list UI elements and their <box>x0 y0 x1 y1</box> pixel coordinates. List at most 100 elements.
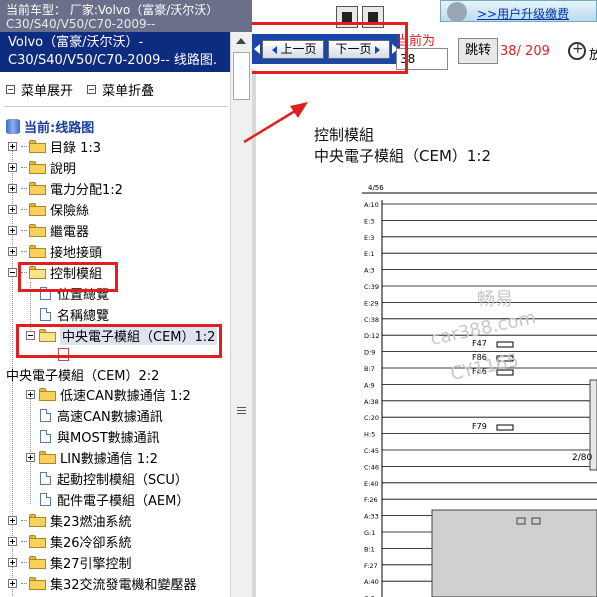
next-page-button[interactable]: 下一页 <box>328 40 390 59</box>
tree-item-label: 說明 <box>50 162 77 177</box>
pin-label: E:3 <box>364 217 374 225</box>
collapse-all-icon <box>87 85 97 94</box>
expand-plus-icon[interactable] <box>8 558 17 567</box>
page-label: 当前为 <box>396 34 436 49</box>
tree-item[interactable]: 集26冷卻系統 <box>8 531 132 552</box>
collapse-minus-icon[interactable] <box>8 268 17 277</box>
resize-grip-icon[interactable] <box>237 407 246 416</box>
tree-item[interactable]: 集23燃油系統 <box>8 510 132 531</box>
folder-icon <box>29 182 46 195</box>
tree-leaf[interactable]: 配件電子模組（AEM） <box>40 489 189 510</box>
tree-item-label: 位置總覽 <box>57 288 110 303</box>
tree-item-label: 與MOST數據通訊 <box>57 431 160 446</box>
tree-item[interactable]: 保險絲 <box>8 199 89 220</box>
expand-plus-icon[interactable] <box>8 142 17 151</box>
annotation-arrow <box>243 102 308 144</box>
zoom-label[interactable]: 放 <box>589 44 597 63</box>
tree-leaf[interactable]: 起動控制模組（SCU） <box>40 468 188 489</box>
tree-item[interactable]: 集27引擎控制 <box>8 552 132 573</box>
tree-item-expanded[interactable]: 控制模組 <box>8 262 102 283</box>
tree-item[interactable]: 電力分配1:2 <box>8 178 123 199</box>
zoom-in-icon[interactable] <box>568 41 586 60</box>
expand-plus-icon[interactable] <box>8 184 17 193</box>
expand-plus-icon[interactable] <box>8 226 17 235</box>
pin-label: C:45 <box>364 447 379 455</box>
pin-label: A:40 <box>364 578 379 586</box>
menu-expand-button[interactable]: 菜单展开 <box>6 80 73 99</box>
tree-item[interactable]: 目錄 1:3 <box>8 136 101 157</box>
tree-root[interactable]: 当前:线路图 <box>6 116 94 137</box>
diagram-title-line1: 控制模組 <box>314 126 375 144</box>
tree-item[interactable]: LIN數據通信 1:2 <box>26 447 158 468</box>
tree-item[interactable]: 說明 <box>8 157 76 178</box>
tree-item-label: 保險絲 <box>50 204 90 219</box>
tree-item-label: 集23燃油系統 <box>50 515 132 530</box>
document-icon <box>40 409 51 422</box>
upgrade-banner: >>用户升级缴费 <box>440 0 597 22</box>
pin-label: F:26 <box>364 496 378 504</box>
expand-plus-icon[interactable] <box>8 205 17 214</box>
tree-item-label: 名稱總覽 <box>57 309 110 324</box>
scroll-up-icon[interactable] <box>236 38 246 44</box>
pin-label: E:40 <box>364 480 379 488</box>
tree-item-label: 接地接頭 <box>50 246 103 261</box>
tree-root-label: 当前:线路图 <box>24 121 95 136</box>
pin-label: F:27 <box>364 562 378 570</box>
pin-label: A:3 <box>364 267 375 275</box>
pin-label: A:9 <box>364 381 375 389</box>
document-icon <box>40 493 51 506</box>
fuse-symbol <box>496 424 514 431</box>
tree-leaf[interactable]: 高速CAN數據通訊 <box>40 405 163 426</box>
folder-open-icon <box>39 329 56 342</box>
divider <box>4 106 228 107</box>
page-nav-strip: 上一页 下一页 <box>252 34 400 64</box>
page-number-input[interactable] <box>396 48 448 70</box>
viewer-toolbar: >>用户升级缴费 上一页 下一页 当前为 跳转 38/ 209 放 <box>252 0 597 74</box>
arrow-left-icon <box>254 44 260 54</box>
tree-leaf[interactable]: 與MOST數據通訊 <box>40 426 160 447</box>
tree-leaf[interactable]: 位置總覽 <box>40 283 109 304</box>
fuse-label: F79 <box>472 422 487 431</box>
tree-item[interactable]: 中央電子模組（CEM）2:2 <box>6 364 159 385</box>
expand-plus-icon[interactable] <box>8 579 17 588</box>
pin-label: A:33 <box>364 513 379 521</box>
folder-icon <box>29 203 46 216</box>
tree-item[interactable]: 集32交流發電機和變壓器 <box>8 573 197 594</box>
document-icon <box>40 472 51 485</box>
tree-item[interactable]: 繼電器 <box>8 220 89 241</box>
upgrade-link[interactable]: >>用户升级缴费 <box>477 5 569 22</box>
page-ref: 4/56 <box>368 184 384 192</box>
vehicle-header: 当前车型： 厂家:Volvo（富豪/沃尔沃） C30/S40/V50/C70-2… <box>0 0 252 32</box>
tree-item-label: 電力分配1:2 <box>50 183 123 198</box>
tree-item-label: 中央電子模組（CEM）2:2 <box>6 369 160 384</box>
document-title-line1: Volvo（富豪/沃尔沃）- <box>8 35 144 50</box>
tree-item[interactable]: 接地接頭 <box>8 241 102 262</box>
tree-item-selected[interactable]: 中央電子模組（CEM）1:2 <box>26 325 218 346</box>
tree-item-label: LIN數據通信 1:2 <box>60 452 158 467</box>
scroll-thumb[interactable] <box>233 52 250 100</box>
next-page-label: 下一页 <box>335 42 372 56</box>
panel-toggle-icon[interactable] <box>362 6 384 28</box>
tree-item-label: 高速CAN數據通訊 <box>57 410 163 425</box>
jump-button[interactable]: 跳转 <box>458 38 498 64</box>
tree-item-label: 控制模組 <box>50 267 103 282</box>
tree-leaf[interactable] <box>58 344 69 365</box>
left-panel: 当前车型： 厂家:Volvo（富豪/沃尔沃） C30/S40/V50/C70-2… <box>0 0 252 597</box>
folder-open-icon <box>29 266 46 279</box>
tree-leaf[interactable]: 名稱總覽 <box>40 304 109 325</box>
collapse-minus-icon[interactable] <box>26 331 35 340</box>
expand-plus-icon[interactable] <box>26 453 35 462</box>
tree-item[interactable]: 低速CAN數據通信 1:2 <box>26 384 191 405</box>
folder-icon <box>29 161 46 174</box>
folder-icon <box>29 577 46 590</box>
pin-label: C:20 <box>364 414 379 422</box>
expand-plus-icon[interactable] <box>8 516 17 525</box>
expand-plus-icon[interactable] <box>8 163 17 172</box>
expand-plus-icon[interactable] <box>8 247 17 256</box>
prev-page-button[interactable]: 上一页 <box>262 40 324 59</box>
expand-plus-icon[interactable] <box>8 537 17 546</box>
pin-label: B:7 <box>364 365 375 373</box>
panel-toggle-icon[interactable] <box>336 6 358 28</box>
menu-collapse-button[interactable]: 菜单折叠 <box>87 80 154 99</box>
expand-plus-icon[interactable] <box>26 390 35 399</box>
